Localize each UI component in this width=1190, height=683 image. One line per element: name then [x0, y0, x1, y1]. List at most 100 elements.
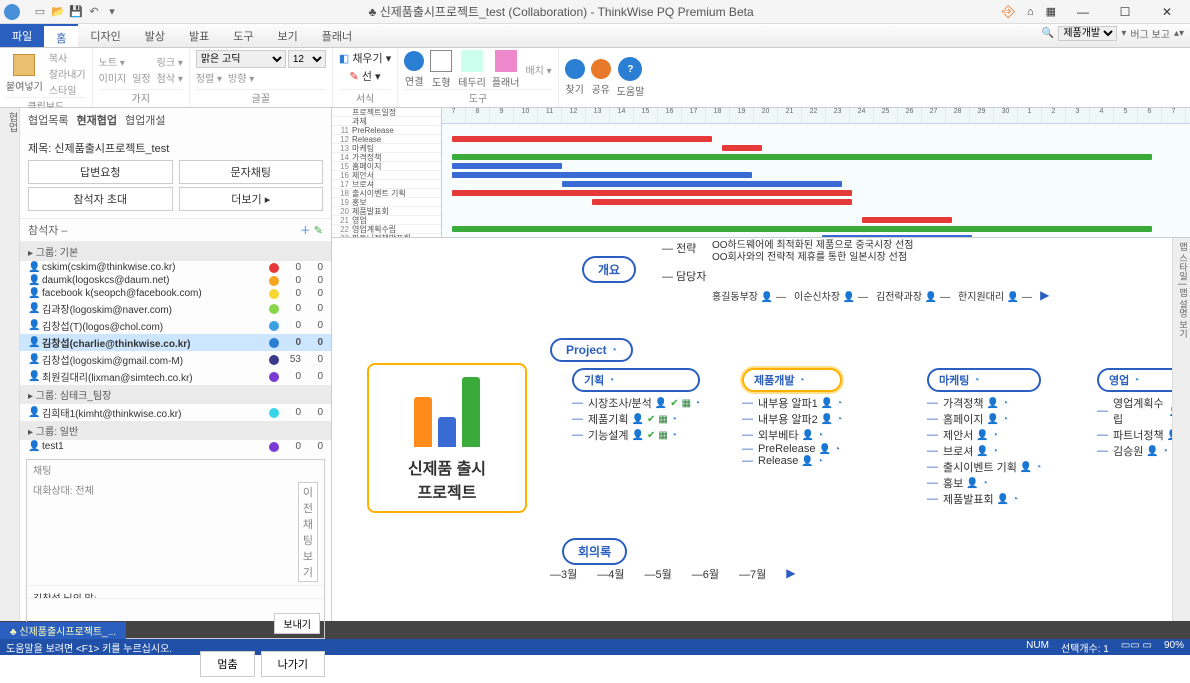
node-mkt[interactable]: 마케팅◔	[927, 368, 1041, 392]
share-button[interactable]: 공유	[591, 59, 611, 96]
tab-design[interactable]: 디자인	[78, 24, 132, 47]
chat-input[interactable]: 보내기	[27, 598, 324, 638]
minimize-button[interactable]: —	[1068, 2, 1098, 22]
tab-tools[interactable]: 도구	[221, 24, 265, 47]
cut-button[interactable]: 잘라내기	[49, 66, 86, 81]
participant-row[interactable]: 👤김희태1(kimht@thinkwise.co.kr)00	[20, 404, 331, 421]
mindmap-leaf[interactable]: 제품기획 👤 ✔▦◔	[572, 411, 700, 427]
copy-button[interactable]: 복사	[49, 50, 86, 65]
grid-icon[interactable]: ▦	[1046, 5, 1056, 18]
mindmap-leaf[interactable]: 제안서 👤◔	[927, 427, 1041, 443]
node-dev[interactable]: 제품개발◔	[742, 368, 842, 392]
comment-button[interactable]: 첨삭 ▾	[157, 70, 183, 85]
sp-tab-create[interactable]: 협업개설	[125, 112, 165, 128]
tab-idea[interactable]: 발상	[133, 24, 177, 47]
prev-chat-button[interactable]: 이전 채팅 보기	[298, 482, 318, 582]
root-node[interactable]: 신제품 출시 프로젝트	[367, 363, 527, 513]
fill-button[interactable]: ◧ 채우기 ▾	[339, 50, 391, 66]
note-button[interactable]: 노트 ▾	[99, 54, 151, 69]
mindmap-leaf[interactable]: 홈페이지 👤◔	[927, 411, 1041, 427]
mindmap-leaf[interactable]: 외부베타 👤◔	[742, 427, 842, 443]
right-vertical-tabs[interactable]: 맵 스타일 | 맵 설명 보기	[1172, 238, 1190, 621]
mindmap-leaf[interactable]: 내부용 알파1 👤◔	[742, 395, 842, 411]
tab-planner[interactable]: 플래너	[310, 24, 364, 47]
qat-save-icon[interactable]: 💾	[68, 4, 84, 20]
mindmap-leaf[interactable]: 기능설계 👤 ✔▦◔	[572, 427, 700, 443]
participant-row[interactable]: 👤김창섭(logoskim@gmail.com-M)530	[20, 351, 331, 368]
node-minutes[interactable]: 회의록	[562, 538, 627, 565]
mindmap-leaf[interactable]: 제품발표회 👤◔	[927, 491, 1041, 507]
font-name-select[interactable]: 맑은 고딕	[196, 50, 286, 68]
participant-row[interactable]: 👤김창섭(T)(logos@chol.com)00	[20, 317, 331, 334]
participant-group[interactable]: ▸ 그룹: 일반	[20, 421, 331, 440]
mindmap-leaf[interactable]: PreRelease 👤◔	[742, 443, 842, 455]
participant-list: ▸ 그룹: 기본👤cskim(cskim@thinkwise.co.kr)00👤…	[20, 242, 331, 453]
qat-redo-icon[interactable]: ▾	[104, 4, 120, 20]
mindmap-leaf[interactable]: 브로셔 👤◔	[927, 443, 1041, 459]
participant-row[interactable]: 👤cskim(cskim@thinkwise.co.kr)00	[20, 261, 331, 274]
prev-icon[interactable]: ▾	[1121, 28, 1126, 39]
maximize-button[interactable]: ☐	[1110, 2, 1140, 22]
menu-tabs: 파일 홈 디자인 발상 발표 도구 보기 플래너 🔍 제품개발 ▾ 버그 보고 …	[0, 24, 1190, 48]
mindmap-leaf[interactable]: 홍보 👤◔	[927, 475, 1041, 491]
participant-group[interactable]: ▸ 그룹: 심테크_팀장	[20, 385, 331, 404]
style-button[interactable]: 스타일	[49, 82, 86, 97]
gantt-panel[interactable]: 프로젝트일정과제11PreRelease12Release13마케팅14가격정책…	[332, 108, 1190, 238]
line-button[interactable]: ✎ 선 ▾	[350, 68, 381, 84]
mindmap-leaf[interactable]: 가격정책 👤◔	[927, 395, 1041, 411]
layout-button[interactable]: 배치 ▾	[525, 62, 551, 77]
mindmap-leaf[interactable]: 출시이벤트 기획 👤◔	[927, 459, 1041, 475]
status-zoom[interactable]: 90%	[1164, 640, 1184, 655]
node-plan[interactable]: 기획◔	[572, 368, 700, 392]
help-button[interactable]: ?도움말	[617, 57, 645, 98]
sp-tab-list[interactable]: 협업목록	[28, 112, 68, 128]
search-combo[interactable]: 제품개발	[1058, 26, 1117, 41]
border-button[interactable]: 테두리	[458, 50, 486, 89]
link-button[interactable]: 링크 ▾	[157, 54, 183, 69]
participant-row[interactable]: 👤김창섭(charlie@thinkwise.co.kr)00	[20, 334, 331, 351]
qat-undo-icon[interactable]: ↶	[86, 4, 102, 20]
find-button[interactable]: 찾기	[565, 59, 585, 96]
align-button[interactable]: 정렬 ▾	[196, 70, 222, 85]
collapse-ribbon-icon[interactable]: ▴▾	[1174, 28, 1184, 39]
sp-tab-current[interactable]: 현재협업	[76, 112, 116, 128]
tab-home[interactable]: 홈	[44, 24, 78, 47]
side-vertical-tab[interactable]: 협업	[0, 108, 20, 621]
more-button[interactable]: 더보기 ▸	[179, 187, 324, 211]
request-answer-button[interactable]: 답변요청	[28, 160, 173, 184]
edit-participant-icon[interactable]: ✎	[314, 225, 323, 237]
participant-row[interactable]: 👤daumk(logoskcs@daum.net)00	[20, 274, 331, 287]
add-participant-icon[interactable]: ＋	[300, 225, 311, 237]
schedule-button[interactable]: 일정	[132, 70, 150, 85]
font-size-select[interactable]: 12	[288, 50, 326, 68]
mindmap-canvas[interactable]: 개요 — 전략 OO하드웨어에 최적화된 제품으로 중국시장 선점 OO회사와의…	[332, 238, 1190, 621]
paste-button[interactable]: 붙여넣기	[6, 54, 43, 93]
participant-row[interactable]: 👤김과장(logoskim@naver.com)00	[20, 300, 331, 317]
participant-group[interactable]: ▸ 그룹: 기본	[20, 242, 331, 261]
mindmap-leaf[interactable]: Release 👤◔	[742, 455, 842, 467]
invite-button[interactable]: 참석자 초대	[28, 187, 173, 211]
send-button[interactable]: 보내기	[274, 613, 320, 634]
shape-button[interactable]: 도형	[430, 50, 452, 89]
participant-row[interactable]: 👤최원길대리(lixman@simtech.co.kr)00	[20, 368, 331, 385]
home-icon[interactable]: ⌂	[1027, 6, 1034, 18]
node-overview[interactable]: 개요	[582, 256, 636, 283]
participant-row[interactable]: 👤facebook k(seopch@facebook.com)00	[20, 287, 331, 300]
image-button[interactable]: 이미지	[99, 70, 127, 85]
tab-view[interactable]: 보기	[266, 24, 310, 47]
qat-new-icon[interactable]: ▭	[32, 4, 48, 20]
bug-report-link[interactable]: 버그 보고	[1130, 26, 1170, 41]
planner-button[interactable]: 플래너	[492, 50, 520, 89]
participant-row[interactable]: 👤test100	[20, 440, 331, 453]
connect-button[interactable]: 연결	[404, 51, 424, 88]
mindmap-leaf[interactable]: 내부용 알파2 👤◔	[742, 411, 842, 427]
node-project[interactable]: Project◔	[550, 338, 633, 362]
magnify-icon[interactable]: 🔍	[1042, 28, 1054, 39]
tab-present[interactable]: 발표	[177, 24, 221, 47]
qat-open-icon[interactable]: 📂	[50, 4, 66, 20]
text-chat-button[interactable]: 문자채팅	[179, 160, 324, 184]
direction-button[interactable]: 방향 ▾	[228, 70, 254, 85]
file-tab[interactable]: 파일	[0, 24, 44, 47]
close-button[interactable]: ✕	[1152, 2, 1182, 22]
mindmap-leaf[interactable]: 시장조사/분석 👤 ✔▦◔	[572, 395, 700, 411]
